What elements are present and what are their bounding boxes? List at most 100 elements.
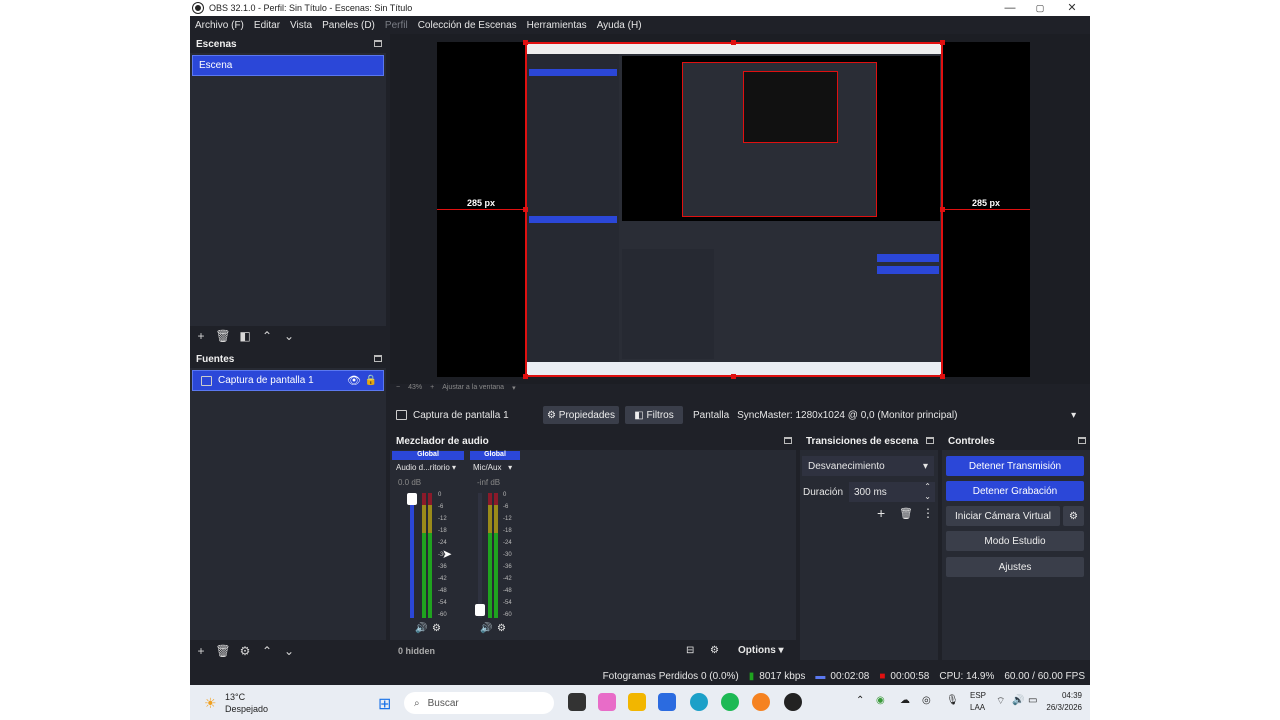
options-menu[interactable]: Options ▾: [738, 645, 784, 656]
taskbar-search[interactable]: ⌕ Buscar: [404, 692, 554, 714]
resize-handle[interactable]: [523, 207, 528, 212]
undock-icon[interactable]: [926, 437, 934, 444]
fit-window-option[interactable]: Ajustar a la ventana: [442, 384, 504, 392]
maximize-button[interactable]: ▢: [1024, 0, 1056, 16]
zoom-in-icon[interactable]: +: [430, 384, 434, 392]
obs-taskbar-icon[interactable]: [784, 693, 802, 711]
chevron-down-icon[interactable]: ▾: [452, 463, 456, 472]
clock-date[interactable]: 26/3/2026: [1042, 703, 1082, 712]
undock-icon[interactable]: [784, 437, 792, 444]
remove-source-icon[interactable]: 🗑: [212, 643, 234, 659]
undock-icon[interactable]: [374, 355, 382, 362]
scene-filters-icon[interactable]: ◧: [234, 328, 256, 344]
resize-handle[interactable]: [940, 40, 945, 45]
channel-2-mute-speaker-icon[interactable]: 🔊: [480, 623, 492, 634]
language-layout[interactable]: LAA: [970, 703, 985, 712]
app-icon[interactable]: [752, 693, 770, 711]
properties-button[interactable]: ⚙ Propiedades: [543, 406, 619, 424]
transition-select[interactable]: Desvanecimiento ▾: [802, 456, 934, 476]
channel-1-volume-slider[interactable]: [410, 493, 414, 618]
language-code[interactable]: ESP: [970, 691, 986, 700]
display-select[interactable]: SyncMaster: 1280x1024 @ 0,0 (Monitor pri…: [737, 410, 1067, 421]
channel-2-name[interactable]: Mic/Aux ▾: [473, 463, 512, 472]
mixer-layout-icon[interactable]: ⊟: [686, 645, 694, 656]
move-up-icon[interactable]: ⌃: [256, 643, 278, 659]
transition-menu-icon[interactable]: ⋮: [922, 506, 934, 520]
close-button[interactable]: ✕: [1056, 0, 1088, 16]
tray-chevron-icon[interactable]: ⌃: [856, 695, 864, 706]
spotify-icon[interactable]: [721, 693, 739, 711]
stop-recording-button[interactable]: Detener Grabación: [946, 481, 1084, 501]
edge-icon[interactable]: [690, 693, 708, 711]
channel-2-settings-icon[interactable]: ⚙: [497, 623, 506, 634]
menu-ayuda[interactable]: Ayuda (H): [592, 20, 647, 31]
add-transition-icon[interactable]: +: [877, 505, 885, 521]
copilot-icon[interactable]: [598, 693, 616, 711]
filters-button[interactable]: ◧ Filtros: [625, 406, 683, 424]
tray-mic-icon[interactable]: 🎙: [946, 695, 959, 706]
menu-editar[interactable]: Editar: [249, 20, 285, 31]
undock-icon[interactable]: [374, 40, 382, 47]
settings-button[interactable]: Ajustes: [946, 557, 1084, 577]
weather-temp[interactable]: 13°C: [225, 692, 245, 702]
stop-streaming-button[interactable]: Detener Transmisión: [946, 456, 1084, 476]
chevron-down-icon[interactable]: ▾: [508, 463, 512, 472]
move-down-icon[interactable]: ⌄: [278, 328, 300, 344]
source-properties-gear-icon[interactable]: ⚙: [234, 643, 256, 659]
channel-1-mute-speaker-icon[interactable]: 🔊: [415, 623, 427, 634]
battery-icon[interactable]: ▭: [1028, 695, 1037, 706]
menu-herramientas[interactable]: Herramientas: [522, 20, 592, 31]
minimize-button[interactable]: —: [994, 0, 1026, 16]
tray-cloud-icon[interactable]: ☁: [900, 695, 910, 706]
hidden-count[interactable]: 0 hidden: [398, 646, 435, 656]
windows-start-icon[interactable]: ⊞: [378, 694, 391, 714]
duration-stepper-icon[interactable]: ⌃ ⌄: [924, 482, 931, 502]
tray-obs-icon[interactable]: ◎: [922, 695, 931, 706]
zoom-out-icon[interactable]: −: [396, 384, 400, 392]
studio-mode-button[interactable]: Modo Estudio: [946, 531, 1084, 551]
menu-archivo[interactable]: Archivo (F): [190, 20, 249, 31]
start-virtual-camera-button[interactable]: Iniciar Cámara Virtual: [946, 506, 1060, 526]
remove-scene-icon[interactable]: 🗑: [212, 328, 234, 344]
add-source-icon[interactable]: +: [190, 643, 212, 659]
outlook-icon[interactable]: [658, 693, 676, 711]
move-up-icon[interactable]: ⌃: [256, 328, 278, 344]
resize-handle[interactable]: [940, 374, 945, 379]
channel-2-volume-slider[interactable]: [478, 493, 482, 618]
channel-1-volume-handle[interactable]: [407, 493, 417, 505]
resize-handle[interactable]: [523, 40, 528, 45]
resize-handle[interactable]: [731, 374, 736, 379]
wifi-icon[interactable]: ⌔: [996, 695, 1005, 708]
menu-vista[interactable]: Vista: [285, 20, 317, 31]
menu-paneles[interactable]: Paneles (D): [317, 20, 380, 31]
chevron-down-icon[interactable]: ▾: [512, 384, 516, 392]
channel-1-name[interactable]: Audio d...ritorio ▾: [396, 463, 456, 472]
scene-item[interactable]: Escena: [192, 55, 384, 76]
task-view-icon[interactable]: [568, 693, 586, 711]
resize-handle[interactable]: [940, 207, 945, 212]
chevron-down-icon[interactable]: ▾: [923, 461, 928, 472]
menu-coleccion[interactable]: Colección de Escenas: [413, 20, 522, 31]
remove-transition-icon[interactable]: 🗑: [899, 507, 913, 520]
volume-icon[interactable]: 🔊: [1012, 695, 1024, 706]
tray-app-icon[interactable]: ◉: [876, 695, 885, 706]
chevron-down-icon[interactable]: ▾: [1071, 410, 1076, 421]
file-explorer-icon[interactable]: [628, 693, 646, 711]
menu-perfil[interactable]: Perfil: [380, 20, 413, 31]
channel-2-volume-handle[interactable]: [475, 604, 485, 616]
mixer-advanced-gear-icon[interactable]: ⚙: [710, 645, 719, 656]
weather-desc[interactable]: Despejado: [225, 704, 268, 714]
move-down-icon[interactable]: ⌄: [278, 643, 300, 659]
add-scene-icon[interactable]: +: [190, 328, 212, 344]
clock-time[interactable]: 04:39: [1042, 691, 1082, 700]
resize-handle[interactable]: [523, 374, 528, 379]
screen-capture-source[interactable]: [525, 42, 943, 377]
channel-1-settings-icon[interactable]: ⚙: [432, 623, 441, 634]
eye-icon[interactable]: 👁: [347, 374, 361, 387]
lock-icon[interactable]: 🔒: [365, 375, 377, 386]
source-item[interactable]: Captura de pantalla 1 👁 🔒: [192, 370, 384, 391]
virtual-camera-gear-icon[interactable]: ⚙: [1063, 506, 1084, 526]
resize-handle[interactable]: [731, 40, 736, 45]
undock-icon[interactable]: [1078, 437, 1086, 444]
duration-input[interactable]: 300 ms ⌃ ⌄: [849, 482, 935, 502]
